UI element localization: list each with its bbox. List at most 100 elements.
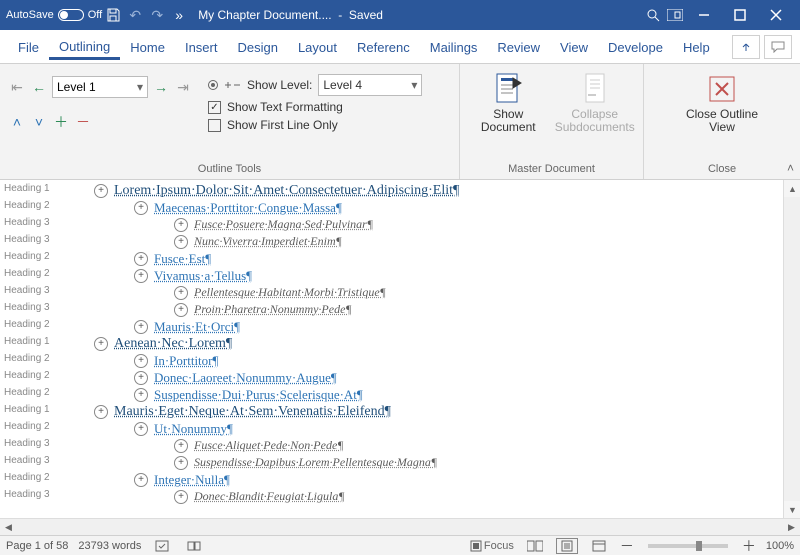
outline-row[interactable]: +Ut·Nonummy¶ xyxy=(134,420,783,437)
comments-button[interactable] xyxy=(764,35,792,59)
expand-collapse-icon[interactable]: + xyxy=(174,235,188,249)
zoom-level[interactable]: 100% xyxy=(766,540,794,552)
outline-pane[interactable]: +Lorem·Ipsum·Dolor·Sit·Amet·Consectetuer… xyxy=(52,180,783,518)
word-count[interactable]: 23793 words xyxy=(78,540,141,552)
tab-home[interactable]: Home xyxy=(120,34,175,60)
outline-row[interactable]: +Proin·Pharetra·Nonummy·Pede¶ xyxy=(174,301,783,318)
show-document-button[interactable]: Show Document xyxy=(468,70,549,134)
outline-row[interactable]: +Donec·Blandit·Feugiat·Ligula¶ xyxy=(174,488,783,505)
expand-collapse-icon[interactable]: + xyxy=(134,252,148,266)
expand-collapse-icon[interactable]: + xyxy=(134,371,148,385)
expand-collapse-icon[interactable]: + xyxy=(174,439,188,453)
undo-icon[interactable]: ↶ xyxy=(124,4,146,26)
autosave-toggle[interactable]: AutoSave Off xyxy=(6,9,102,21)
redo-icon[interactable]: ↷ xyxy=(146,4,168,26)
promote-to-h1-button[interactable]: ⇤ xyxy=(8,79,26,96)
expand-collapse-icon[interactable]: + xyxy=(94,405,108,419)
close-outline-view-button[interactable]: Close Outline View xyxy=(681,70,763,134)
more-icon[interactable]: » xyxy=(168,4,190,26)
outline-row[interactable]: +Suspendisse·Dapibus·Lorem·Pellentesque·… xyxy=(174,454,783,471)
close-button[interactable] xyxy=(758,0,794,30)
outline-row[interactable]: +Vivamus·a·Tellus¶ xyxy=(134,267,783,284)
tab-insert[interactable]: Insert xyxy=(175,34,228,60)
scroll-down-button[interactable]: ▼ xyxy=(784,501,800,518)
outline-row[interactable]: +Aenean·Nec·Lorem¶ xyxy=(94,335,783,352)
tab-review[interactable]: Review xyxy=(487,34,550,60)
outline-row[interactable]: +Donec·Laoreet·Nonummy·Augue¶ xyxy=(134,369,783,386)
accessibility-icon[interactable] xyxy=(183,538,205,554)
move-down-button[interactable]: ˅ xyxy=(30,114,48,130)
outline-row[interactable]: +Fusce·Posuere·Magna·Sed·Pulvinar¶ xyxy=(174,216,783,233)
titlebar: AutoSave Off ↶ ↷ » My Chapter Document..… xyxy=(0,0,800,30)
outline-row[interactable]: +Suspendisse·Dui·Purus·Scelerisque·At¶ xyxy=(134,386,783,403)
expand-collapse-icon[interactable]: + xyxy=(94,184,108,198)
tab-layout[interactable]: Layout xyxy=(288,34,347,60)
outline-row[interactable]: +Integer·Nulla¶ xyxy=(134,471,783,488)
outline-row[interactable]: +Maecenas·Porttitor·Congue·Massa¶ xyxy=(134,199,783,216)
read-mode-button[interactable] xyxy=(524,538,546,554)
print-layout-button[interactable] xyxy=(556,538,578,554)
tab-references[interactable]: Referenc xyxy=(347,34,420,60)
demote-to-body-button[interactable]: ⇥ xyxy=(174,79,192,96)
expand-collapse-icon[interactable]: + xyxy=(174,456,188,470)
show-first-line-checkbox[interactable] xyxy=(208,119,221,132)
outline-level-select[interactable]: Level 1 ▾ xyxy=(52,76,148,98)
tab-outlining[interactable]: Outlining xyxy=(49,33,120,60)
expand-collapse-icon[interactable]: + xyxy=(134,354,148,368)
page-status[interactable]: Page 1 of 58 xyxy=(6,540,68,552)
outline-row[interactable]: +Lorem·Ipsum·Dolor·Sit·Amet·Consectetuer… xyxy=(94,182,783,199)
tab-view[interactable]: View xyxy=(550,34,598,60)
expand-collapse-icon[interactable]: + xyxy=(94,337,108,351)
web-layout-button[interactable] xyxy=(588,538,610,554)
expand-collapse-icon[interactable]: + xyxy=(174,303,188,317)
move-up-button[interactable]: ˄ xyxy=(8,114,26,130)
outline-row[interactable]: +Fusce·Est¶ xyxy=(134,250,783,267)
demote-button[interactable]: → xyxy=(152,79,170,95)
collapse-button[interactable]: － xyxy=(74,112,92,132)
expand-collapse-icon[interactable]: + xyxy=(134,320,148,334)
expand-collapse-icon[interactable]: + xyxy=(174,286,188,300)
expand-button[interactable]: ＋ xyxy=(52,112,70,132)
expand-collapse-icon[interactable]: + xyxy=(134,422,148,436)
show-text-formatting-checkbox[interactable] xyxy=(208,101,221,114)
expand-collapse-icon[interactable]: + xyxy=(134,201,148,215)
minimize-button[interactable] xyxy=(686,0,722,30)
expand-collapse-icon[interactable]: + xyxy=(134,473,148,487)
expand-collapse-icon[interactable]: + xyxy=(174,490,188,504)
zoom-slider[interactable] xyxy=(648,544,728,548)
scroll-right-button[interactable]: ▶ xyxy=(783,519,800,536)
expand-collapse-icon[interactable]: + xyxy=(134,269,148,283)
collapse-icon xyxy=(578,72,612,106)
tab-developer[interactable]: Develope xyxy=(598,34,673,60)
zoom-out-button[interactable]: － xyxy=(620,536,634,556)
outline-row[interactable]: +Fusce·Aliquet·Pede·Non·Pede¶ xyxy=(174,437,783,454)
tab-file[interactable]: File xyxy=(8,34,49,60)
show-level-select[interactable]: Level 4 ▾ xyxy=(318,74,422,96)
tab-help[interactable]: Help xyxy=(673,34,720,60)
outline-row[interactable]: +In·Porttitor¶ xyxy=(134,352,783,369)
horizontal-scrollbar[interactable]: ◀ ▶ xyxy=(0,518,800,535)
outline-row[interactable]: +Mauris·Eget·Neque·At·Sem·Venenatis·Elei… xyxy=(94,403,783,420)
tab-design[interactable]: Design xyxy=(227,34,287,60)
show-level-value: Level 4 xyxy=(323,78,362,92)
scroll-up-button[interactable]: ▲ xyxy=(784,180,800,197)
promote-button[interactable]: ← xyxy=(30,79,48,95)
vertical-scrollbar[interactable]: ▲ ▼ xyxy=(783,180,800,518)
spellcheck-icon[interactable] xyxy=(151,538,173,554)
show-document-label: Show Document xyxy=(468,108,549,134)
expand-collapse-icon[interactable]: + xyxy=(134,388,148,402)
outline-row[interactable]: +Nunc·Viverra·Imperdiet·Enim¶ xyxy=(174,233,783,250)
zoom-in-button[interactable]: ＋ xyxy=(742,536,756,556)
expand-collapse-icon[interactable]: + xyxy=(174,218,188,232)
collapse-ribbon-button[interactable]: ˄ xyxy=(787,161,794,175)
focus-mode-button[interactable]: Focus xyxy=(470,538,514,554)
share-button[interactable] xyxy=(732,35,760,59)
maximize-button[interactable] xyxy=(722,0,758,30)
outline-row[interactable]: +Mauris·Et·Orci¶ xyxy=(134,318,783,335)
scroll-left-button[interactable]: ◀ xyxy=(0,519,17,536)
save-icon[interactable] xyxy=(102,4,124,26)
outline-row[interactable]: +Pellentesque·Habitant·Morbi·Tristique¶ xyxy=(174,284,783,301)
search-icon[interactable] xyxy=(642,4,664,26)
ribbon-mode-icon[interactable] xyxy=(664,4,686,26)
tab-mailings[interactable]: Mailings xyxy=(420,34,488,60)
